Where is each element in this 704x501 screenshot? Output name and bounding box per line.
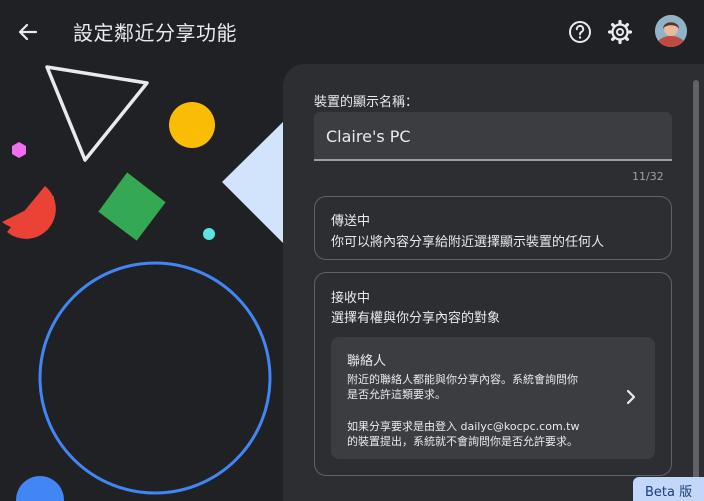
receiving-title: 接收中 [331,291,371,306]
device-name-value: Claire's PC [326,127,411,146]
light-blue-triangle-shape [222,120,290,245]
pink-hexagon-shape [12,142,26,158]
blue-partial-circle-shape [16,476,64,501]
cyan-dot-shape [203,228,215,240]
contacts-option[interactable]: 聯絡人 附近的聯絡人都能與你分享內容。系統會詢問你 是否允許這類要求。 如果分享… [331,337,655,459]
character-counter: 11/32 [632,170,664,183]
help-icon[interactable] [567,19,593,45]
device-name-label: 裝置的顯示名稱： [314,95,419,110]
contacts-description-line4: 的裝置提出，系統就不會詢問你是否允許要求。 [347,435,578,448]
green-diamond-shape [98,172,166,241]
contacts-title: 聯絡人 [347,354,387,369]
contacts-description-line1: 附近的聯絡人都能與你分享內容。系統會詢問你 [347,373,578,386]
yellow-circle-shape [169,102,215,148]
device-name-input[interactable]: Claire's PC [314,112,672,161]
sending-description: 你可以將內容分享給附近選擇顯示裝置的任何人 [331,235,605,250]
contacts-description-line2: 是否允許這類要求。 [347,388,446,401]
app-header: 設定鄰近分享功能 [0,0,704,64]
blue-circle-outline-shape [38,261,272,495]
beta-badge-label: Beta 版 [645,485,693,500]
receiving-card: 接收中 選擇有權與你分享內容的對象 聯絡人 附近的聯絡人都能與你分享內容。系統會… [314,272,672,476]
beta-badge: Beta 版 [633,477,704,501]
back-arrow-icon[interactable] [14,18,42,46]
sending-card[interactable]: 傳送中 你可以將內容分享給附近選擇顯示裝置的任何人 [314,196,672,260]
avatar[interactable] [655,15,687,47]
chevron-right-icon [621,387,641,407]
page-title: 設定鄰近分享功能 [73,21,237,45]
sending-title: 傳送中 [331,214,371,229]
contacts-description-line3: 如果分享要求是由登入 dailyc@kocpc.com.tw [347,420,580,433]
receiving-description: 選擇有權與你分享內容的對象 [331,311,501,326]
scrollbar[interactable] [693,80,699,480]
triangle-outline-shape [45,65,149,162]
decorative-illustration [0,64,290,501]
settings-gear-icon[interactable] [606,18,634,46]
